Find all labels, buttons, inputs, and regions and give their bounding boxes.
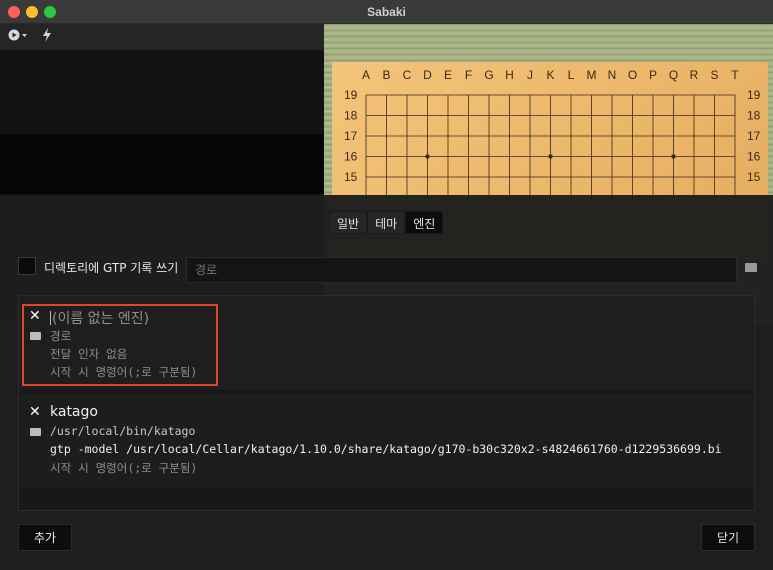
star-point [548,154,553,159]
column-coordinate-label: J [527,68,533,82]
engine-name-field[interactable]: katago [50,404,98,420]
tab-general[interactable]: 일반 [329,211,368,234]
column-coordinate-label: R [690,68,699,82]
engine-path-field[interactable]: /usr/local/bin/katago [50,424,195,438]
row-coordinate-label: 15 [344,170,358,184]
row-coordinate-label: 17 [747,129,761,143]
row-coordinate-label: 18 [747,109,761,123]
remove-engine-icon[interactable]: ✕ [29,404,41,420]
column-coordinate-label: C [403,68,412,82]
play-circle-icon[interactable] [8,28,28,46]
row-coordinate-label: 17 [344,129,358,143]
column-coordinate-label: P [649,68,657,82]
tab-theme[interactable]: 테마 [367,211,406,234]
gtp-log-checkbox[interactable] [18,257,36,275]
column-coordinate-label: O [628,68,637,82]
row-coordinate-label: 18 [344,109,358,123]
column-coordinate-label: T [731,68,739,82]
column-coordinate-label: E [444,68,452,82]
lightning-icon[interactable] [42,28,52,46]
window-title: Sabaki [367,5,406,19]
left-band [0,134,324,194]
row-coordinate-label: 15 [747,170,761,184]
engine-item: ✕ katago /usr/local/bin/katago gtp -mode… [19,394,754,488]
engine-args-field[interactable]: gtp -model /usr/local/Cellar/katago/1.10… [50,442,722,456]
highlight-box [22,304,218,386]
left-toolbar [0,24,324,50]
row-coordinate-label: 16 [747,150,761,164]
row-coordinate-label: 19 [747,88,761,102]
column-coordinate-label: A [362,68,370,82]
star-point [425,154,430,159]
star-point [671,154,676,159]
tab-engines[interactable]: 엔진 [405,211,444,234]
row-coordinate-label: 19 [344,88,358,102]
title-bar: Sabaki [0,0,773,24]
gtp-log-label: 디렉토리에 GTP 기록 쓰기 [44,261,179,275]
column-coordinate-label: S [710,68,718,82]
column-coordinate-label: D [423,68,432,82]
column-coordinate-label: K [546,68,554,82]
gtp-log-path-input[interactable] [186,257,737,283]
preferences-tabs: 일반 테마 엔진 [329,211,444,234]
column-coordinate-label: B [382,68,390,82]
folder-icon[interactable] [30,428,41,436]
column-coordinate-label: G [484,68,493,82]
close-button[interactable]: 닫기 [701,524,755,551]
folder-icon[interactable] [745,263,757,272]
column-coordinate-label: M [587,68,597,82]
add-engine-button[interactable]: 추가 [18,524,72,551]
column-coordinate-label: F [465,68,472,82]
column-coordinate-label: H [505,68,514,82]
column-coordinate-label: L [568,68,575,82]
column-coordinate-label: Q [669,68,678,82]
row-coordinate-label: 16 [344,150,358,164]
engine-commands-field[interactable]: 시작 시 명령어(;로 구분됨) [50,460,197,476]
column-coordinate-label: N [608,68,617,82]
